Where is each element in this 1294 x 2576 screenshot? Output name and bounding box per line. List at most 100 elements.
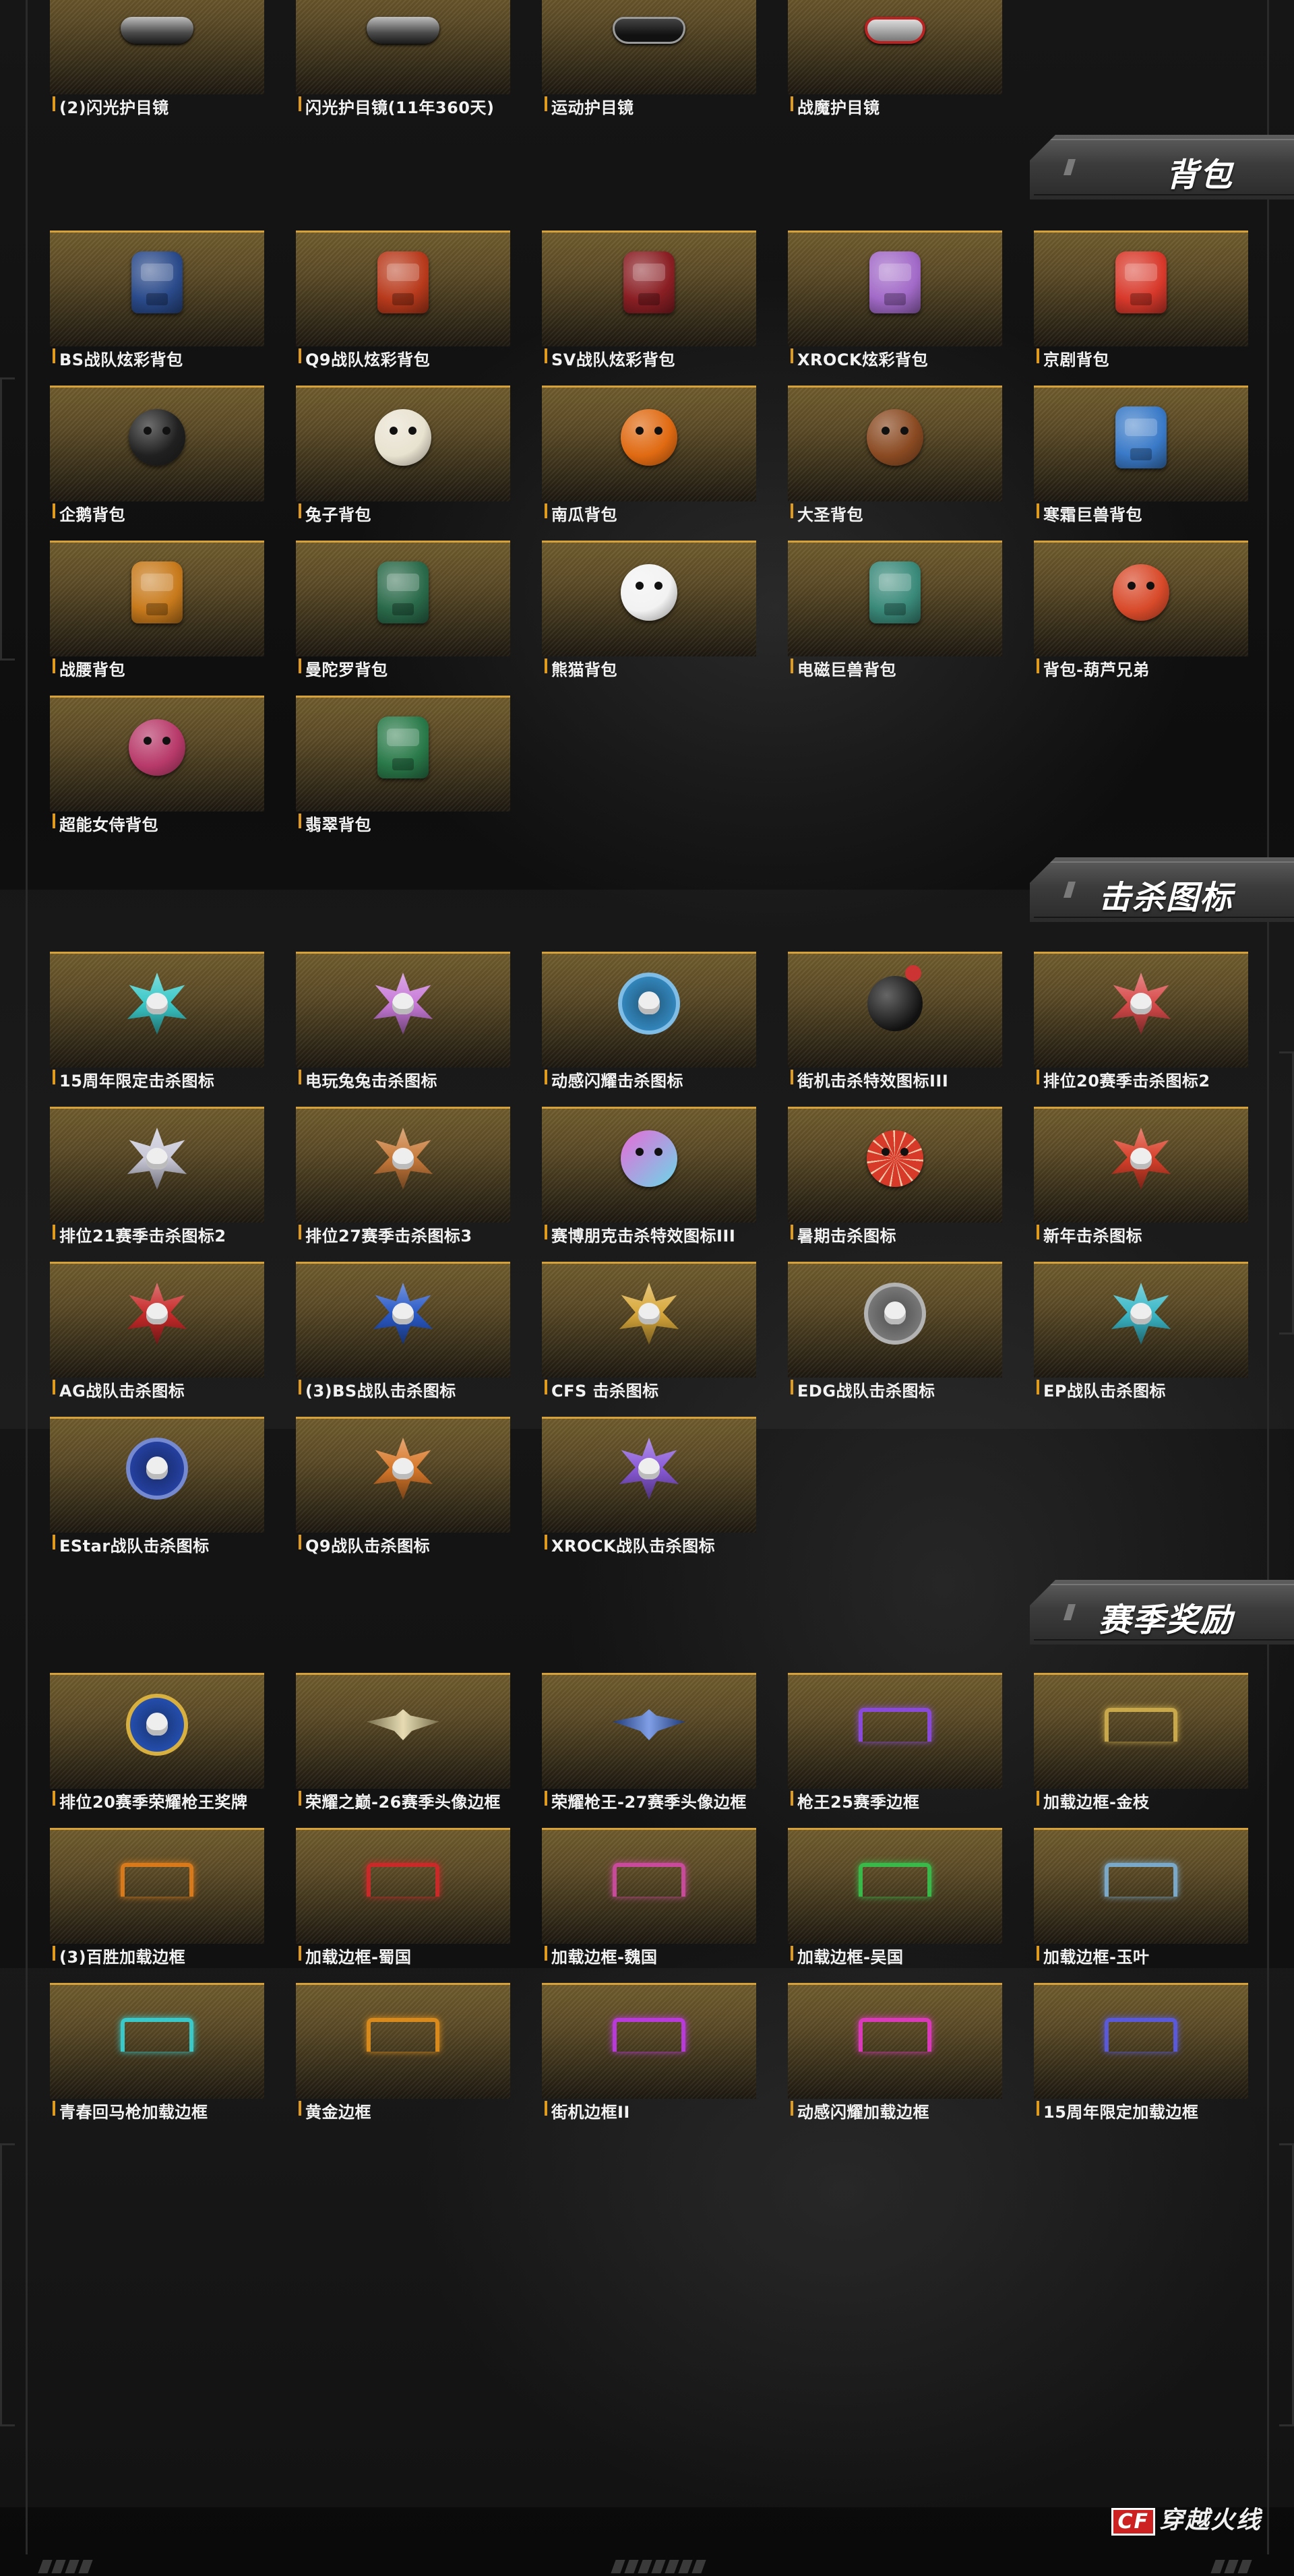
- item-card[interactable]: 战腰背包: [50, 541, 264, 679]
- item-card[interactable]: 新年击杀图标: [1034, 1107, 1248, 1246]
- item-label: (2)闪光护目镜: [59, 98, 169, 117]
- item-label: 15周年限定加载边框: [1043, 2103, 1199, 2122]
- item-card[interactable]: 翡翠背包: [296, 696, 510, 834]
- label-marker: [545, 503, 547, 518]
- item-card[interactable]: 大圣背包: [788, 386, 1002, 524]
- item-card[interactable]: 电玩兔兔击杀图标: [296, 952, 510, 1091]
- item-label: 南瓜背包: [551, 505, 617, 524]
- item-card[interactable]: EP战队击杀图标: [1034, 1262, 1248, 1401]
- item-card[interactable]: 加载边框-魏国: [542, 1828, 756, 1967]
- item-thumbnail: [788, 386, 1002, 501]
- item-card[interactable]: 枪王25赛季边框: [788, 1673, 1002, 1812]
- item-thumbnail: [296, 1983, 510, 2099]
- label-marker: [545, 1070, 547, 1084]
- item-card[interactable]: 兔子背包: [296, 386, 510, 524]
- item-card[interactable]: EDG战队击杀图标: [788, 1262, 1002, 1401]
- bottom-decor-strip: [611, 2560, 706, 2573]
- label-marker: [299, 96, 301, 111]
- item-card[interactable]: 南瓜背包: [542, 386, 756, 524]
- item-card[interactable]: 熊猫背包: [542, 541, 756, 679]
- item-card[interactable]: CFS 击杀图标: [542, 1262, 756, 1401]
- item-card[interactable]: 加载边框-蜀国: [296, 1828, 510, 1967]
- item-card[interactable]: 加载边框-玉叶: [1034, 1828, 1248, 1967]
- item-card[interactable]: 运动护目镜: [542, 0, 756, 117]
- item-label: 超能女侍背包: [59, 816, 158, 834]
- item-label: Q9战队击杀图标: [305, 1537, 431, 1556]
- item-card[interactable]: 电磁巨兽背包: [788, 541, 1002, 679]
- item-card[interactable]: 动感闪耀击杀图标: [542, 952, 756, 1091]
- demon-goggles-icon: [859, 0, 931, 67]
- item-card[interactable]: (2)闪光护目镜: [50, 0, 264, 117]
- item-card[interactable]: 青春回马枪加载边框: [50, 1983, 264, 2122]
- label-marker: [791, 503, 793, 518]
- item-card[interactable]: 动感闪耀加载边框: [788, 1983, 1002, 2122]
- item-card[interactable]: AG战队击杀图标: [50, 1262, 264, 1401]
- item-card[interactable]: XROCK炫彩背包: [788, 231, 1002, 369]
- label-marker: [53, 1791, 55, 1806]
- item-card[interactable]: 战魔护目镜: [788, 0, 1002, 117]
- item-card[interactable]: 排位20赛季击杀图标2: [1034, 952, 1248, 1091]
- item-thumbnail: [542, 952, 756, 1068]
- item-label: EDG战队击杀图标: [797, 1382, 935, 1401]
- item-thumbnail: [296, 386, 510, 501]
- label-marker: [545, 96, 547, 111]
- item-thumbnail: [788, 952, 1002, 1068]
- item-thumbnail: [296, 541, 510, 656]
- item-label: 加载边框-吴国: [797, 1948, 904, 1967]
- bottom-decor-strip: [1210, 2560, 1252, 2573]
- section-title: 赛季奖励: [1098, 1601, 1233, 1639]
- item-card[interactable]: 街机击杀特效图标III: [788, 952, 1002, 1091]
- banner-frame-icon: [613, 1998, 685, 2071]
- item-card[interactable]: 曼陀罗背包: [296, 541, 510, 679]
- item-card[interactable]: 赛博朋克击杀特效图标III: [542, 1107, 756, 1246]
- banner-frame-icon: [859, 1688, 931, 1761]
- item-thumbnail: [296, 1673, 510, 1789]
- item-card[interactable]: 超能女侍背包: [50, 696, 264, 834]
- kill-medal-icon: [613, 967, 685, 1040]
- item-card[interactable]: 街机边框II: [542, 1983, 756, 2122]
- banner-frame-icon: [1105, 1843, 1177, 1916]
- pumpkin-backpack-icon: [613, 401, 685, 474]
- item-card[interactable]: 背包-葫芦兄弟: [1034, 541, 1248, 679]
- item-card[interactable]: 加载边框-金枝: [1034, 1673, 1248, 1812]
- item-card[interactable]: 暑期击杀图标: [788, 1107, 1002, 1246]
- kill-emblem-icon: [367, 1432, 439, 1505]
- item-card[interactable]: 黄金边框: [296, 1983, 510, 2122]
- item-label: 闪光护目镜(11年360天): [305, 98, 495, 117]
- item-card[interactable]: Q9战队击杀图标: [296, 1417, 510, 1556]
- item-card[interactable]: 寒霜巨兽背包: [1034, 386, 1248, 524]
- item-card[interactable]: 企鹅背包: [50, 386, 264, 524]
- item-card[interactable]: SV战队炫彩背包: [542, 231, 756, 369]
- item-card[interactable]: 京剧背包: [1034, 231, 1248, 369]
- item-thumbnail: [1034, 1983, 1248, 2099]
- item-card[interactable]: 排位27赛季击杀图标3: [296, 1107, 510, 1246]
- item-thumbnail: [296, 1828, 510, 1944]
- item-card[interactable]: 闪光护目镜(11年360天): [296, 0, 510, 117]
- item-card[interactable]: (3)BS战队击杀图标: [296, 1262, 510, 1401]
- section-header-kill-icons: 击杀图标: [1030, 857, 1294, 922]
- item-card[interactable]: 排位20赛季荣耀枪王奖牌: [50, 1673, 264, 1812]
- item-card[interactable]: 15周年限定加载边框: [1034, 1983, 1248, 2122]
- item-label: 枪王25赛季边框: [797, 1793, 920, 1812]
- item-thumbnail: [50, 1983, 264, 2099]
- item-card[interactable]: 15周年限定击杀图标: [50, 952, 264, 1091]
- left-edge-notch: [0, 2143, 15, 2426]
- item-card[interactable]: EStar战队击杀图标: [50, 1417, 264, 1556]
- item-card[interactable]: 荣耀之巅-26赛季头像边框: [296, 1673, 510, 1812]
- item-card[interactable]: 加载边框-吴国: [788, 1828, 1002, 1967]
- backpack-icon: [859, 246, 931, 319]
- item-card[interactable]: 排位21赛季击杀图标2: [50, 1107, 264, 1246]
- item-card[interactable]: XROCK战队击杀图标: [542, 1417, 756, 1556]
- label-marker: [791, 2101, 793, 2116]
- label-marker: [791, 1225, 793, 1239]
- item-thumbnail: [1034, 231, 1248, 346]
- item-label: XROCK炫彩背包: [797, 350, 929, 369]
- item-card[interactable]: 荣耀枪王-27赛季头像边框: [542, 1673, 756, 1812]
- item-card[interactable]: Q9战队炫彩背包: [296, 231, 510, 369]
- item-label: 加载边框-玉叶: [1043, 1948, 1150, 1967]
- banner-frame-icon: [1105, 1688, 1177, 1761]
- item-card[interactable]: BS战队炫彩背包: [50, 231, 264, 369]
- item-label: 企鹅背包: [59, 505, 125, 524]
- item-card[interactable]: (3)百胜加载边框: [50, 1828, 264, 1967]
- frost-beast-backpack-icon: [1105, 401, 1177, 474]
